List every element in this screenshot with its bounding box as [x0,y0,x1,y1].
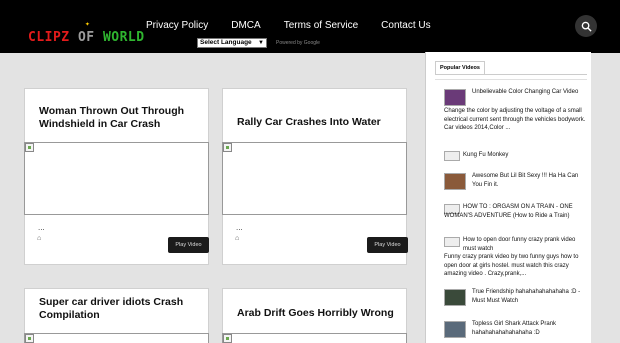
video-thumbnail[interactable] [444,151,460,161]
powered-by-google: Powered by Google [276,40,320,46]
sidebar: Popular Videos Unbelievable Color Changi… [425,52,591,343]
search-icon [581,21,592,32]
play-video-button[interactable]: Play Video [367,237,408,253]
popular-video-title[interactable]: How to open door funny crazy prank video… [463,236,583,253]
post-title[interactable]: Super car driver idiots Crash Compilatio… [39,296,199,322]
site-header: ✦ CLIPZ OF WORLD Privacy Policy DMCA Ter… [0,0,620,53]
video-thumbnail[interactable] [444,173,466,190]
post-thumbnail[interactable] [24,333,209,343]
nav-contact-us[interactable]: Contact Us [381,20,430,31]
video-thumbnail[interactable] [444,89,466,106]
logo-word-2: OF [77,30,95,45]
video-thumbnail[interactable] [444,321,466,338]
popular-video-title[interactable]: Topless Girl Shark Attack Prank hahahaha… [472,320,582,337]
site-logo[interactable]: ✦ CLIPZ OF WORLD [28,19,145,45]
popular-video-title[interactable]: Awesome But Lil Bit Sexy !!! Ha Ha Can Y… [472,172,582,189]
popular-video-title[interactable]: HOW TO : ORGASM ON A TRAIN - ONE WOMAN'S… [444,203,589,220]
nav-terms-of-service[interactable]: Terms of Service [284,20,358,31]
broken-image-icon [223,143,232,152]
post-title[interactable]: Rally Car Crashes Into Water [237,116,397,129]
search-button[interactable] [575,15,597,37]
tab-divider [435,79,587,80]
video-thumbnail[interactable] [444,237,460,247]
post-excerpt: ... [236,223,243,232]
post-thumbnail[interactable] [222,142,407,215]
post-title[interactable]: Arab Drift Goes Horribly Wrong [237,307,397,320]
popular-videos-tab[interactable]: Popular Videos [435,61,485,75]
main-nav: Privacy Policy DMCA Terms of Service Con… [146,20,454,31]
comment-icon: ⌂ [235,235,240,242]
post-thumbnail[interactable] [222,333,407,343]
chevron-down-icon: ▼ [258,40,264,46]
video-thumbnail[interactable] [444,289,466,306]
broken-image-icon [25,143,34,152]
post-thumbnail[interactable] [24,142,209,215]
nav-dmca[interactable]: DMCA [231,20,260,31]
popular-video-snippet: Change the color by adjusting the voltag… [444,108,586,131]
language-select[interactable]: Select Language ▼ [197,38,267,48]
broken-image-icon [25,334,34,343]
play-video-button[interactable]: Play Video [168,237,209,253]
post-excerpt: ... [38,223,45,232]
nav-privacy-policy[interactable]: Privacy Policy [146,20,208,31]
logo-word-1: CLIPZ [28,30,70,45]
comment-icon: ⌂ [37,235,42,242]
broken-image-icon [223,334,232,343]
tab-divider [435,74,587,75]
logo-spark-icon: ✦ [85,19,91,28]
language-select-label: Select Language [200,39,252,46]
popular-video-title[interactable]: Kung Fu Monkey [463,151,583,160]
popular-video-title[interactable]: True Friendship hahahahahahahaha :D - Mu… [472,288,582,305]
logo-word-3: WORLD [102,30,145,45]
post-title[interactable]: Woman Thrown Out Through Windshield in C… [39,105,199,131]
popular-video-title[interactable]: Unbelievable Color Changing Car Video [472,88,582,97]
popular-video-snippet: Funny crazy prank video by two funny guy… [444,254,579,277]
